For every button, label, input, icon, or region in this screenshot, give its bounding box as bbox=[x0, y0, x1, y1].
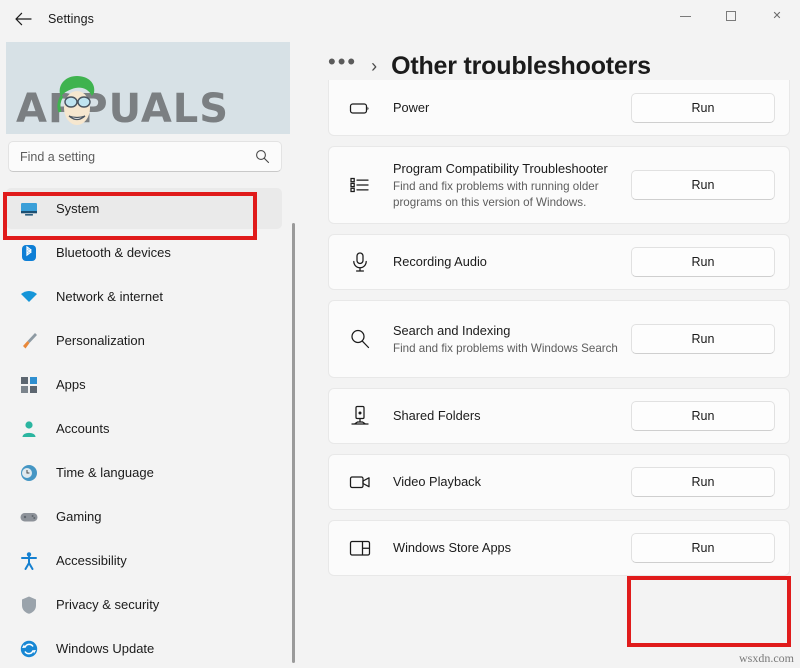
troubleshooter-card-power: Power Run bbox=[328, 80, 790, 136]
search-box[interactable] bbox=[8, 141, 282, 172]
sidebar-item-windows-update[interactable]: Windows Update bbox=[6, 628, 282, 668]
troubleshooter-card-windows-store-apps: Windows Store Apps Run bbox=[328, 520, 790, 576]
paintbrush-icon bbox=[18, 330, 40, 352]
shield-icon bbox=[18, 594, 40, 616]
watermark: wsxdn.com bbox=[739, 651, 794, 665]
sidebar-item-label: System bbox=[56, 201, 100, 216]
troubleshooter-description: Find and fix problems with Windows Searc… bbox=[393, 341, 618, 355]
minimize-button[interactable] bbox=[662, 0, 708, 32]
battery-icon bbox=[347, 96, 373, 120]
search-icon bbox=[255, 149, 281, 164]
troubleshooter-text: Recording Audio bbox=[393, 253, 631, 271]
settings-window: Settings ✕ APPUALS Find a setting System… bbox=[0, 0, 800, 668]
apps-grid-icon bbox=[18, 374, 40, 396]
window-title: Settings bbox=[48, 12, 94, 26]
troubleshooter-name: Power bbox=[393, 99, 430, 115]
server-icon bbox=[347, 404, 373, 428]
magnifier-icon bbox=[347, 327, 373, 351]
title-bar: Settings ✕ bbox=[0, 0, 800, 38]
sidebar-item-label: Network & internet bbox=[56, 289, 163, 304]
close-icon: ✕ bbox=[772, 9, 782, 22]
troubleshooter-card-search-and-indexing: Search and Indexing Find and fix problems… bbox=[328, 300, 790, 378]
troubleshooter-card-recording-audio: Recording Audio Run bbox=[328, 234, 790, 290]
sidebar-item-label: Time & language bbox=[56, 465, 154, 480]
minimize-icon bbox=[679, 15, 691, 17]
run-button-recording-audio[interactable]: Run bbox=[631, 247, 775, 277]
chevron-right-icon: › bbox=[371, 56, 378, 76]
troubleshooter-name: Windows Store Apps bbox=[393, 540, 512, 555]
person-icon bbox=[18, 418, 40, 440]
appuals-logo: APPUALS bbox=[6, 42, 290, 134]
maximize-button[interactable] bbox=[708, 0, 754, 32]
troubleshooter-name: Shared Folders bbox=[393, 408, 481, 423]
sidebar: APPUALS SystemBluetooth & devicesNetwork bbox=[0, 38, 300, 668]
sidebar-item-label: Personalization bbox=[56, 333, 145, 348]
accessibility-icon bbox=[18, 550, 40, 572]
troubleshooter-text: Power bbox=[393, 99, 631, 117]
sidebar-item-label: Windows Update bbox=[56, 641, 155, 656]
sidebar-item-label: Apps bbox=[56, 377, 86, 392]
troubleshooter-text: Video Playback bbox=[393, 473, 631, 491]
store-app-icon bbox=[347, 536, 373, 560]
troubleshooter-card-shared-folders: Shared Folders Run bbox=[328, 388, 790, 444]
troubleshooter-text: Windows Store Apps bbox=[393, 539, 631, 557]
troubleshooter-name: Search and Indexing bbox=[393, 322, 511, 338]
main-content: ••• › Other troubleshooters Power Run Prog… bbox=[300, 38, 800, 668]
sidebar-item-label: Accessibility bbox=[56, 553, 127, 568]
sidebar-item-label: Bluetooth & devices bbox=[56, 245, 171, 260]
update-sync-icon bbox=[18, 638, 40, 660]
breadcrumb-overflow-button[interactable]: ••• bbox=[328, 50, 357, 72]
brand-wordmark: APPUALS bbox=[16, 86, 230, 132]
run-button-windows-store-apps[interactable]: Run bbox=[631, 533, 775, 563]
sidebar-scrollbar[interactable] bbox=[292, 223, 295, 663]
run-button-program-compatibility-troubleshooter[interactable]: Run bbox=[631, 170, 775, 200]
sidebar-item-bluetooth-devices[interactable]: Bluetooth & devices bbox=[6, 232, 282, 273]
sidebar-item-gaming[interactable]: Gaming bbox=[6, 496, 282, 537]
close-button[interactable]: ✕ bbox=[754, 0, 800, 32]
sidebar-item-accounts[interactable]: Accounts bbox=[6, 408, 282, 449]
troubleshooter-name: Recording Audio bbox=[393, 254, 487, 269]
sidebar-item-system[interactable]: System bbox=[3, 188, 282, 229]
back-arrow-icon bbox=[14, 12, 32, 26]
run-button-search-and-indexing[interactable]: Run bbox=[631, 324, 775, 354]
sidebar-item-label: Gaming bbox=[56, 509, 102, 524]
sidebar-item-network-internet[interactable]: Network & internet bbox=[6, 276, 282, 317]
sidebar-nav: System Bluetooth & devices Network & inter… bbox=[0, 188, 292, 668]
microphone-icon bbox=[347, 250, 373, 274]
monitor-icon bbox=[18, 198, 40, 220]
troubleshooter-card-video-playback: Video Playback Run bbox=[328, 454, 790, 510]
troubleshooter-text: Program Compatibility Troubleshooter Find… bbox=[393, 160, 631, 211]
mascot-face-icon bbox=[57, 76, 95, 125]
caption-controls: ✕ bbox=[662, 0, 800, 32]
clock-globe-icon bbox=[18, 462, 40, 484]
run-button-video-playback[interactable]: Run bbox=[631, 467, 775, 497]
troubleshooter-description: Find and fix problems with running older… bbox=[393, 179, 599, 209]
list-icon bbox=[347, 173, 373, 197]
page-title: Other troubleshooters bbox=[391, 52, 651, 80]
maximize-icon bbox=[726, 11, 736, 21]
sidebar-item-personalization[interactable]: Personalization bbox=[6, 320, 282, 361]
troubleshooter-name: Program Compatibility Troubleshooter bbox=[393, 160, 608, 176]
breadcrumb: ••• › Other troubleshooters bbox=[328, 50, 651, 81]
video-camera-icon bbox=[347, 470, 373, 494]
troubleshooter-name: Video Playback bbox=[393, 474, 481, 489]
sidebar-item-accessibility[interactable]: Accessibility bbox=[6, 540, 282, 581]
sidebar-item-privacy-security[interactable]: Privacy & security bbox=[6, 584, 282, 625]
wifi-icon bbox=[18, 286, 40, 308]
sidebar-item-time-language[interactable]: Time & language bbox=[6, 452, 282, 493]
troubleshooter-text: Shared Folders bbox=[393, 407, 631, 425]
search-input[interactable] bbox=[9, 149, 255, 164]
troubleshooter-card-program-compatibility-troubleshooter: Program Compatibility Troubleshooter Find… bbox=[328, 146, 790, 224]
sidebar-item-apps[interactable]: Apps bbox=[6, 364, 282, 405]
gamepad-icon bbox=[18, 506, 40, 528]
sidebar-item-label: Accounts bbox=[56, 421, 110, 436]
run-button-shared-folders[interactable]: Run bbox=[631, 401, 775, 431]
run-button-power[interactable]: Run bbox=[631, 92, 775, 123]
back-button[interactable] bbox=[6, 4, 40, 34]
bluetooth-icon bbox=[18, 242, 40, 264]
troubleshooter-list: Power Run Program Compatibility Troublesho… bbox=[328, 80, 790, 668]
troubleshooter-text: Search and Indexing Find and fix problems… bbox=[393, 322, 631, 357]
sidebar-item-label: Privacy & security bbox=[56, 597, 160, 612]
